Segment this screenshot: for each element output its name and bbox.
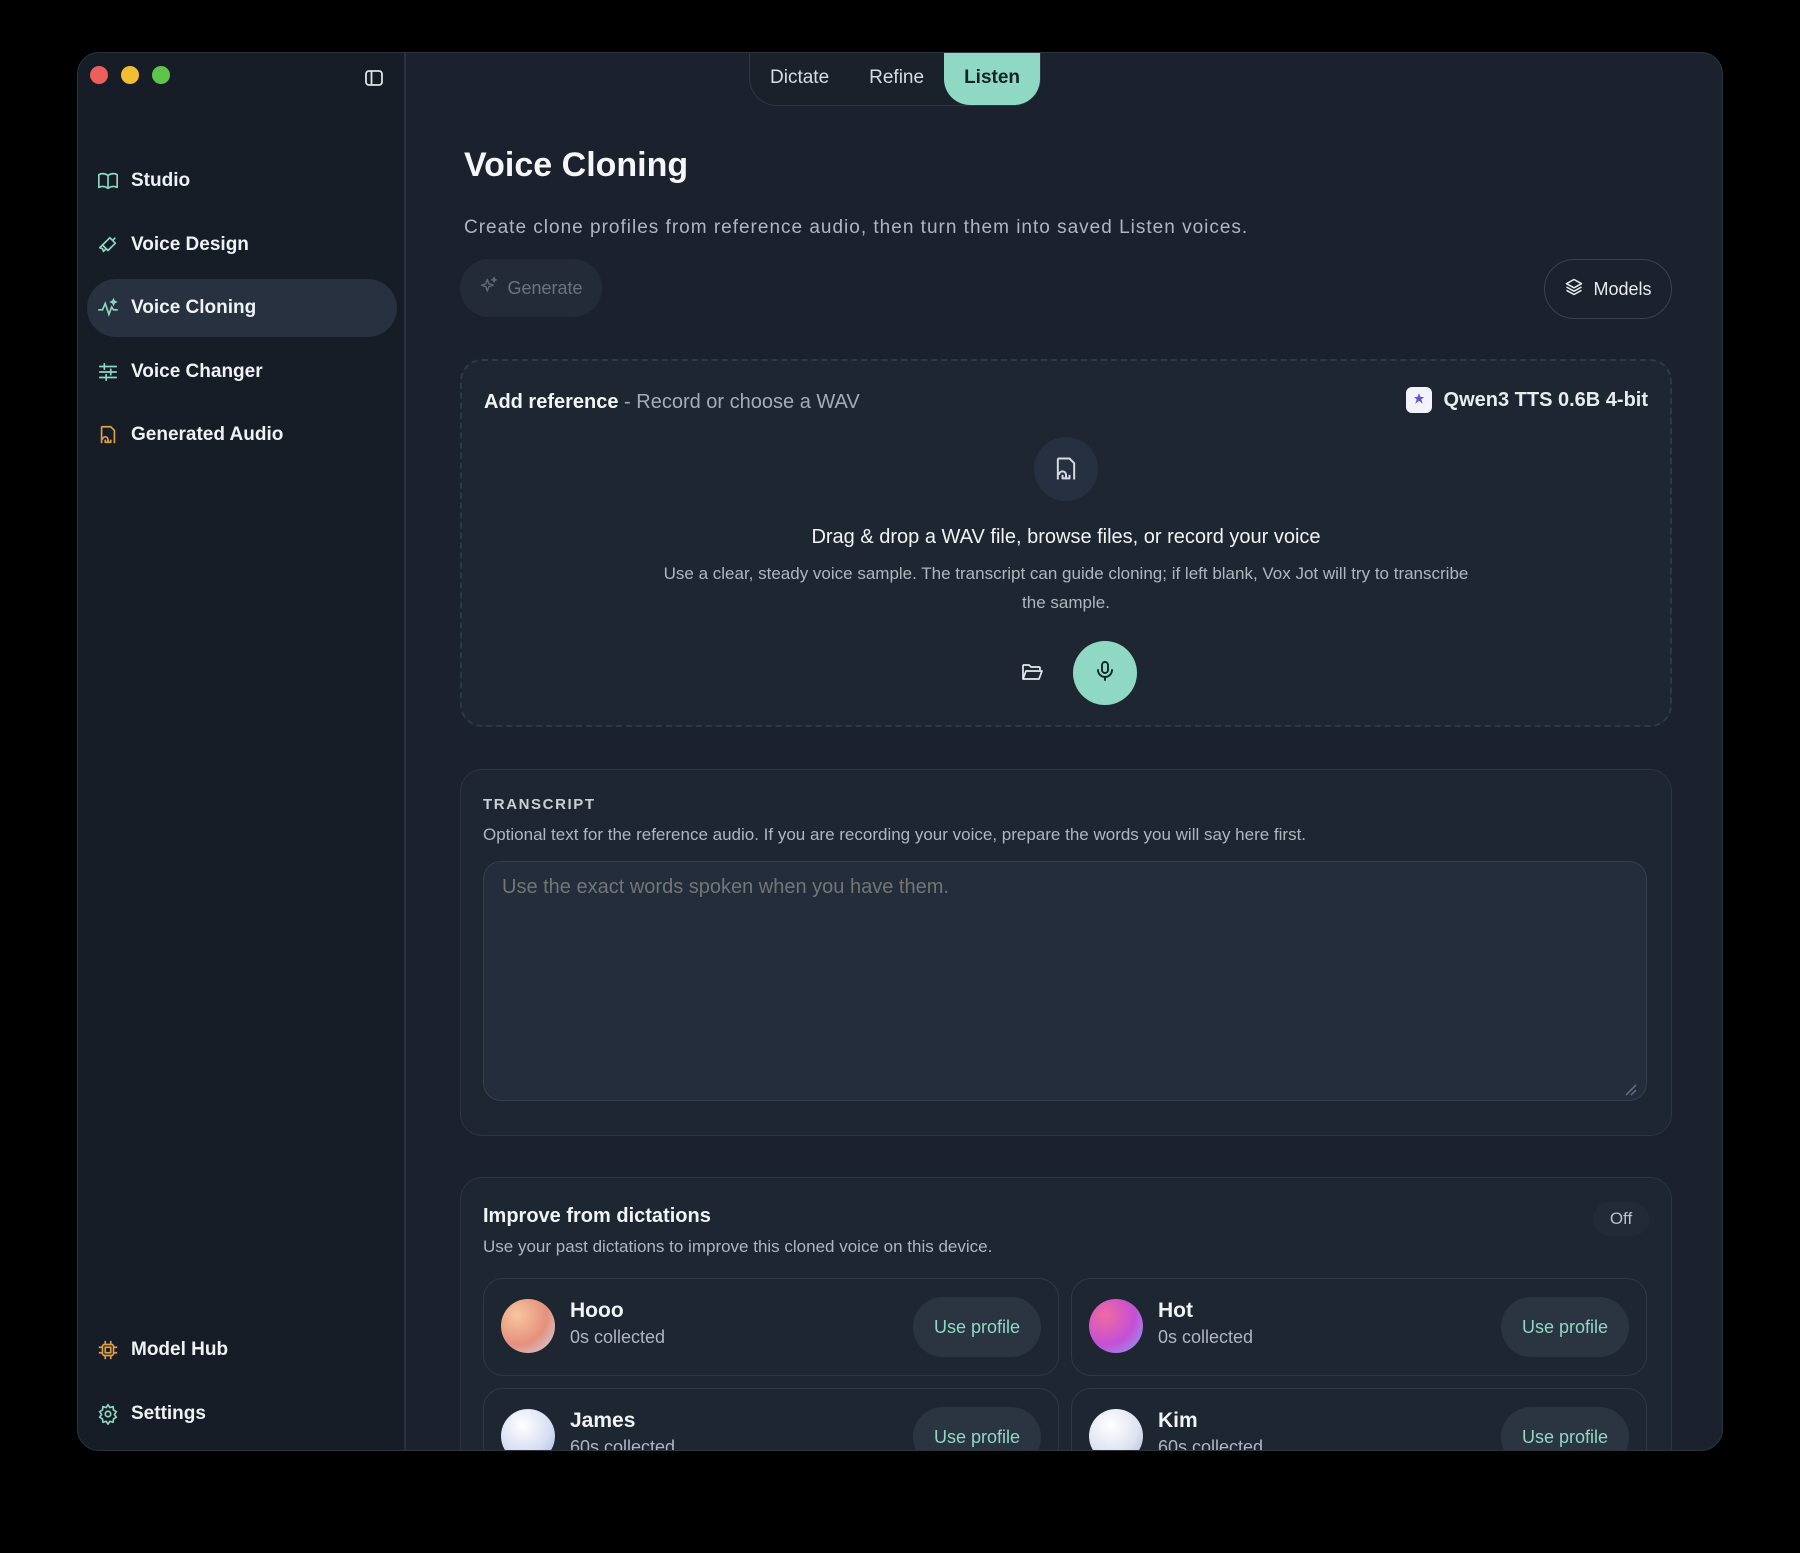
sliders-icon [96, 360, 120, 384]
model-logo-icon [1405, 387, 1432, 413]
dropzone-description: Use a clear, steady voice sample. The tr… [663, 564, 1469, 612]
audio-file-icon [1034, 437, 1098, 501]
profile-name: Hot [1158, 1299, 1193, 1322]
transcript-label: TRANSCRIPT [483, 796, 596, 813]
generate-button[interactable]: Generate [460, 259, 602, 317]
improve-card: Improve from dictations Off Use your pas… [460, 1177, 1672, 1451]
tab-listen[interactable]: Listen [944, 53, 1041, 105]
page-title: Voice Cloning [464, 146, 689, 184]
avatar [501, 1299, 555, 1353]
dropzone-title-rest: - Record or choose a WAV [618, 391, 860, 413]
use-profile-button[interactable]: Use profile [913, 1297, 1041, 1357]
sidebar-item-label: Voice Changer [131, 360, 263, 382]
browse-folder-icon[interactable] [1010, 650, 1054, 694]
improve-description: Use your past dictations to improve this… [483, 1237, 993, 1256]
gear-icon [96, 1402, 120, 1426]
window-controls [90, 66, 170, 84]
book-icon [96, 169, 120, 193]
model-selector[interactable]: Qwen3 TTS 0.6B 4-bit [1405, 387, 1648, 413]
transcript-help: Optional text for the reference audio. I… [483, 825, 1307, 844]
microphone-icon [1093, 659, 1117, 688]
sidebar-toggle-icon[interactable] [364, 68, 384, 88]
sparkle-wave-icon [96, 296, 120, 320]
sidebar-item-generated-audio[interactable]: Generated Audio [87, 406, 397, 464]
profile-collected: 60s collected [570, 1437, 676, 1451]
model-name: Qwen3 TTS 0.6B 4-bit [1443, 388, 1648, 411]
tab-refine[interactable]: Refine [849, 53, 944, 105]
profile-collected: 0s collected [570, 1327, 666, 1347]
close-window-button[interactable] [90, 66, 108, 84]
sidebar: Studio Voice Design Voice Cloning Voice … [78, 53, 406, 1450]
tab-dictate[interactable]: Dictate [750, 53, 849, 105]
avatar [1089, 1409, 1143, 1450]
profile-collected: 0s collected [1158, 1327, 1254, 1347]
sidebar-item-label: Settings [131, 1402, 206, 1424]
sidebar-item-label: Voice Design [131, 233, 249, 255]
sidebar-item-voice-design[interactable]: Voice Design [87, 216, 397, 274]
transcript-card: TRANSCRIPT Optional text for the referen… [460, 769, 1672, 1136]
sidebar-item-studio[interactable]: Studio [87, 152, 397, 210]
layers-icon [1564, 277, 1584, 302]
use-profile-button[interactable]: Use profile [1501, 1297, 1629, 1357]
sidebar-item-settings[interactable]: Settings [87, 1385, 397, 1443]
profile-name: Kim [1158, 1409, 1198, 1432]
sidebar-bottom-nav: Model Hub Settings [87, 1321, 397, 1448]
profile-collected: 60s collected [1158, 1437, 1264, 1451]
dropzone-title: Add reference - Record or choose a WAV [484, 391, 860, 414]
generate-label: Generate [507, 277, 583, 298]
profile-card-hot: Hot 0s collected Use profile [1071, 1278, 1647, 1376]
profile-name: James [570, 1409, 636, 1432]
improve-toggle[interactable]: Off [1593, 1202, 1649, 1236]
avatar [501, 1409, 555, 1450]
sidebar-item-label: Studio [131, 170, 191, 191]
record-mic-button[interactable] [1073, 641, 1137, 705]
sidebar-item-voice-cloning[interactable]: Voice Cloning [87, 279, 397, 337]
improve-title: Improve from dictations [483, 1205, 711, 1227]
dropzone-title-bold: Add reference [484, 391, 619, 413]
use-profile-button[interactable]: Use profile [1501, 1407, 1629, 1450]
main-content: Dictate Refine Listen Voice Cloning Crea… [406, 53, 1722, 1450]
profile-card-hooo: Hooo 0s collected Use profile [483, 1278, 1059, 1376]
avatar [1089, 1299, 1143, 1353]
sidebar-item-label: Generated Audio [131, 424, 284, 445]
resize-handle-icon[interactable] [1625, 1083, 1637, 1096]
reference-dropzone[interactable]: Add reference - Record or choose a WAV Q… [460, 359, 1672, 727]
sparkle-icon [479, 276, 499, 301]
mode-tabs: Dictate Refine Listen [749, 53, 1042, 106]
sidebar-item-label: Voice Cloning [131, 297, 257, 318]
models-button[interactable]: Models [1544, 259, 1672, 319]
transcript-textarea[interactable] [483, 861, 1647, 1101]
dropzone-heading: Drag & drop a WAV file, browse files, or… [811, 526, 1321, 548]
zoom-window-button[interactable] [152, 66, 170, 84]
profile-name: Hooo [570, 1299, 624, 1322]
profile-card-kim: Kim 60s collected Use profile [1071, 1388, 1647, 1451]
profile-card-james: James 60s collected Use profile [483, 1388, 1059, 1451]
app-window: Studio Voice Design Voice Cloning Voice … [77, 52, 1723, 1451]
sidebar-item-label: Model Hub [131, 1339, 229, 1360]
chip-icon [96, 1338, 120, 1362]
sidebar-item-model-hub[interactable]: Model Hub [87, 1321, 397, 1379]
brush-icon [96, 233, 120, 257]
models-label: Models [1593, 278, 1652, 299]
sidebar-item-voice-changer[interactable]: Voice Changer [87, 343, 397, 401]
page-subtitle: Create clone profiles from reference aud… [464, 217, 1249, 238]
audio-file-icon [96, 423, 120, 447]
minimize-window-button[interactable] [121, 66, 139, 84]
use-profile-button[interactable]: Use profile [913, 1407, 1041, 1450]
sidebar-nav: Studio Voice Design Voice Cloning Voice … [87, 152, 397, 470]
